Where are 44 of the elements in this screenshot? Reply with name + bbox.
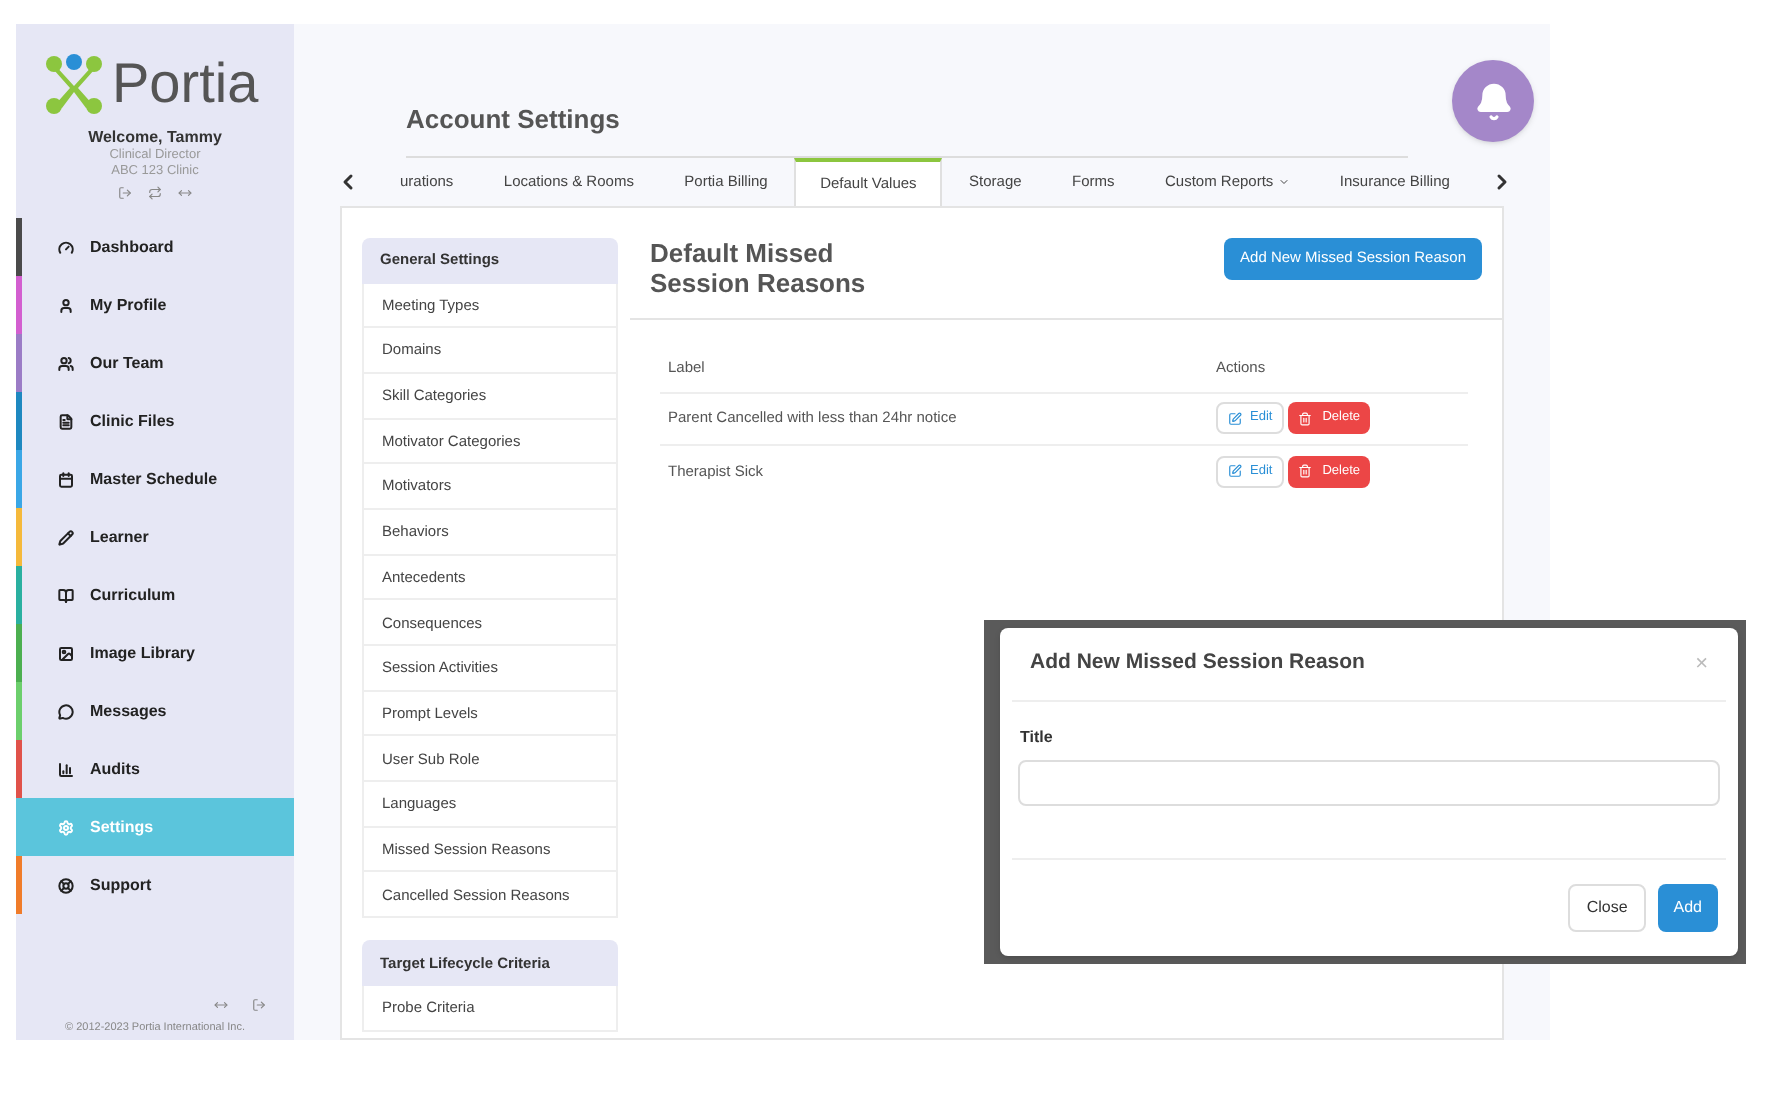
trash-icon [1298, 464, 1313, 478]
caret-icon [1277, 175, 1290, 187]
nav-item[interactable]: Image Library [16, 624, 294, 683]
speech-bubble-icon [58, 703, 74, 720]
nav-item[interactable]: Clinic Files [16, 392, 294, 451]
file-icon [58, 413, 74, 430]
welcome-text: Welcome, Tammy [88, 128, 222, 148]
edit-icon [1228, 464, 1242, 478]
gauge-icon [58, 239, 74, 256]
dialog-title: Add New Missed Session Reason [1030, 648, 1365, 679]
book-icon [58, 587, 74, 604]
bell-icon [1473, 81, 1513, 121]
edit-icon [1228, 411, 1242, 425]
logout-icon[interactable] [118, 186, 132, 201]
people-icon [58, 355, 74, 372]
trash-icon [1298, 411, 1313, 425]
dialog-button[interactable]: Add [1657, 884, 1718, 932]
logo-icon [44, 52, 104, 116]
nav-item[interactable]: Support [16, 856, 294, 915]
dialog-button[interactable]: Close [1568, 884, 1646, 932]
nav-item[interactable]: Curriculum [16, 566, 294, 625]
nav-item[interactable]: Messages [16, 682, 294, 741]
title-field[interactable] [1018, 760, 1720, 806]
nav-item[interactable]: Master Schedule [16, 450, 294, 509]
bar-chart-icon [58, 761, 74, 778]
pencil-icon [58, 529, 74, 546]
collapse-icon[interactable] [214, 997, 228, 1012]
lifebuoy-icon [58, 877, 74, 894]
image-icon [58, 645, 74, 662]
notification-button[interactable] [1452, 60, 1534, 142]
nav-item[interactable]: My Profile [16, 276, 294, 335]
calendar-icon [58, 471, 74, 488]
section-title: Default Missed Session Reasons [650, 237, 868, 297]
nav-item[interactable]: Learner [16, 508, 294, 567]
switch-icon[interactable] [148, 186, 162, 201]
settings-icon [58, 819, 74, 836]
person-icon [58, 297, 74, 314]
brand-name: Portia [112, 56, 259, 112]
nav-item[interactable]: Our Team [16, 334, 294, 393]
nav-item[interactable]: Dashboard [16, 218, 294, 277]
logout-icon[interactable] [252, 997, 266, 1012]
expand-icon[interactable] [178, 186, 192, 201]
field-label: Title [1020, 726, 1055, 750]
page-title: Account Settings [406, 100, 1408, 157]
